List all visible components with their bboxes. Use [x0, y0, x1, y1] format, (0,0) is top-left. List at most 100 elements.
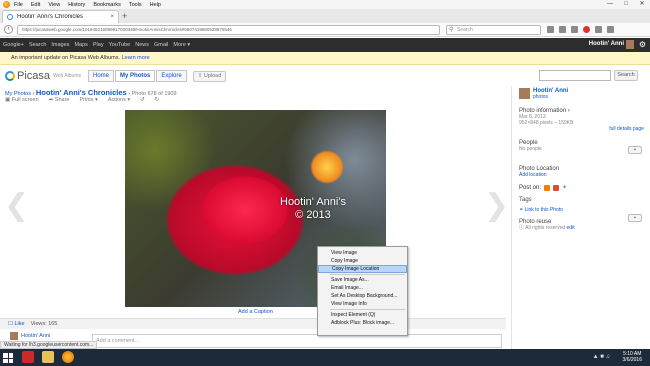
ctx-separator — [330, 309, 405, 310]
views-count: Views: 165 — [30, 321, 58, 327]
system-tray-icons[interactable]: ▲ ■ ♫ — [593, 354, 610, 360]
comment-input[interactable]: Add a comment... — [92, 334, 502, 348]
add-people-button[interactable]: + — [628, 146, 642, 154]
blogger-icon[interactable] — [544, 184, 551, 191]
ctx-copy-image-location[interactable]: Copy Image Location — [318, 265, 407, 273]
new-tab-button[interactable]: + — [122, 11, 127, 21]
gbar-link-search[interactable]: Search — [29, 42, 46, 48]
taskbar-app-icon[interactable] — [22, 351, 34, 363]
twitter-icon[interactable]: ✦ — [562, 184, 567, 191]
adblock-icon[interactable] — [583, 26, 590, 33]
menu-view[interactable]: View — [48, 2, 60, 8]
tab-explore[interactable]: Explore — [156, 70, 187, 82]
menu-edit[interactable]: Edit — [31, 2, 40, 8]
share-button[interactable]: ➦ Share — [49, 97, 70, 103]
downloads-icon[interactable] — [559, 26, 566, 33]
google-plus-icon[interactable] — [553, 184, 560, 191]
photo-actions: ▣ Full screen ➦ Share Prints ▾ Actions ▾… — [5, 97, 159, 103]
upload-button[interactable]: ⇧ Upload — [192, 70, 227, 82]
add-tags-button[interactable]: + — [628, 214, 642, 222]
extension-icon[interactable] — [595, 26, 602, 33]
tab-close-icon[interactable]: × — [110, 14, 114, 20]
breadcrumb: My Photos › Hootin' Anni's Chronicles › … — [5, 88, 177, 97]
menu-history[interactable]: History — [68, 2, 85, 8]
picasa-logo[interactable]: Picasa Web Albums — [5, 70, 81, 82]
gbar-link-gmail[interactable]: Gmail — [154, 42, 168, 48]
tab-favicon-icon — [7, 14, 13, 20]
gbar-link-images[interactable]: Images — [51, 42, 69, 48]
add-location-link[interactable]: Add location — [519, 172, 650, 178]
reuse-info: ⓘ All rights reserved edit — [519, 225, 575, 231]
menu-file[interactable]: File — [14, 2, 23, 8]
menu-bookmarks[interactable]: Bookmarks — [93, 2, 121, 8]
bookmark-icon[interactable] — [547, 26, 554, 33]
browser-search-input[interactable]: ⚲ Search — [446, 24, 541, 35]
add-caption-link[interactable]: Add a Caption — [238, 309, 273, 315]
gbar-user-name[interactable]: Hootin' Anni — [589, 41, 624, 47]
watermark-line-1: Hootin' Anni's — [280, 196, 346, 208]
browser-status: Waiting for lh3.googleusercontent.com... — [0, 341, 98, 349]
full-screen-button[interactable]: ▣ Full screen — [5, 97, 39, 103]
file-explorer-icon[interactable] — [42, 351, 54, 363]
avatar — [10, 332, 18, 340]
owner-photos-link[interactable]: photos — [533, 94, 568, 100]
prints-button[interactable]: Prints ▾ — [79, 97, 97, 103]
firefox-icon — [3, 1, 10, 8]
post-on-row: Post on: ✦ — [519, 184, 650, 191]
gbar-link-news[interactable]: News — [135, 42, 149, 48]
tab-home[interactable]: Home — [88, 70, 115, 82]
menu-tools[interactable]: Tools — [129, 2, 142, 8]
picasa-search-input[interactable] — [539, 70, 611, 81]
minimize-icon[interactable]: — — [602, 0, 618, 9]
home-icon[interactable] — [571, 26, 578, 33]
taskbar-clock[interactable]: 5:10 AM 3/6/2016 — [623, 351, 642, 363]
album-title[interactable]: Hootin' Anni's Chronicles — [36, 88, 127, 97]
url-bar[interactable]: https://picasaweb.google.com/10164521608… — [17, 24, 440, 35]
picasa-logo-icon — [5, 71, 15, 81]
avatar[interactable] — [626, 40, 634, 49]
picasa-search-button[interactable]: Search — [614, 70, 638, 81]
windows-start-icon[interactable] — [3, 353, 13, 363]
rotate-left-icon[interactable]: ↺ — [140, 97, 145, 103]
gbar-link-google-plus[interactable]: Google+ — [3, 42, 24, 48]
browser-menu-bar: File Edit View History Bookmarks Tools H… — [0, 0, 650, 9]
ctx-copy-image[interactable]: Copy Image — [318, 257, 407, 265]
gbar-link-more[interactable]: More ▾ — [173, 42, 190, 48]
hamburger-menu-icon[interactable] — [607, 26, 614, 33]
tab-my-photos[interactable]: My Photos — [115, 70, 156, 82]
back-icon[interactable]: ‹ — [4, 25, 13, 34]
comment-author: Hootin' Anni — [10, 332, 50, 340]
gear-icon[interactable]: ⚙ — [639, 40, 646, 49]
previous-photo-icon[interactable]: ❮ — [4, 188, 29, 223]
picasa-logo-sub: Web Albums — [53, 73, 82, 79]
link-to-photo[interactable]: ⚭ Link to this Photo — [519, 207, 650, 213]
menu-help[interactable]: Help — [150, 2, 161, 8]
reuse-edit-link[interactable]: edit — [567, 225, 575, 231]
commenter-name[interactable]: Hootin' Anni — [21, 333, 50, 339]
firefox-taskbar-icon[interactable] — [62, 351, 74, 363]
gbar-link-maps[interactable]: Maps — [74, 42, 87, 48]
ctx-inspect-element[interactable]: Inspect Element (Q) — [318, 311, 407, 319]
avatar[interactable] — [519, 88, 530, 99]
close-window-icon[interactable]: ✕ — [634, 0, 650, 9]
gbar-link-youtube[interactable]: YouTube — [109, 42, 131, 48]
actions-button[interactable]: Actions ▾ — [108, 97, 130, 103]
share-label: Share — [54, 97, 70, 103]
maximize-icon[interactable]: □ — [618, 0, 634, 9]
like-button[interactable]: ☐ Like — [8, 321, 25, 327]
rotate-right-icon[interactable]: ↻ — [155, 97, 160, 103]
search-icon: ⚲ — [449, 26, 454, 33]
learn-more-link[interactable]: Learn more — [122, 55, 150, 61]
gbar-link-play[interactable]: Play — [93, 42, 104, 48]
ctx-view-image-info[interactable]: View Image Info — [318, 300, 407, 308]
ctx-adblock-block-image[interactable]: Adblock Plus: Block image... — [318, 319, 407, 327]
full-details-link[interactable]: full details page — [519, 126, 650, 132]
ctx-view-image[interactable]: View Image — [318, 249, 407, 257]
ctx-save-image-as[interactable]: Save Image As... — [318, 276, 407, 284]
next-photo-icon[interactable]: ❯ — [484, 188, 509, 223]
ctx-separator — [330, 274, 405, 275]
browser-tab[interactable]: Hootin' Anni's Chronicles × — [2, 10, 119, 23]
reuse-text: All rights reserved — [525, 225, 566, 231]
ctx-email-image[interactable]: Email Image... — [318, 284, 407, 292]
ctx-set-desktop-background[interactable]: Set As Desktop Background... — [318, 292, 407, 300]
